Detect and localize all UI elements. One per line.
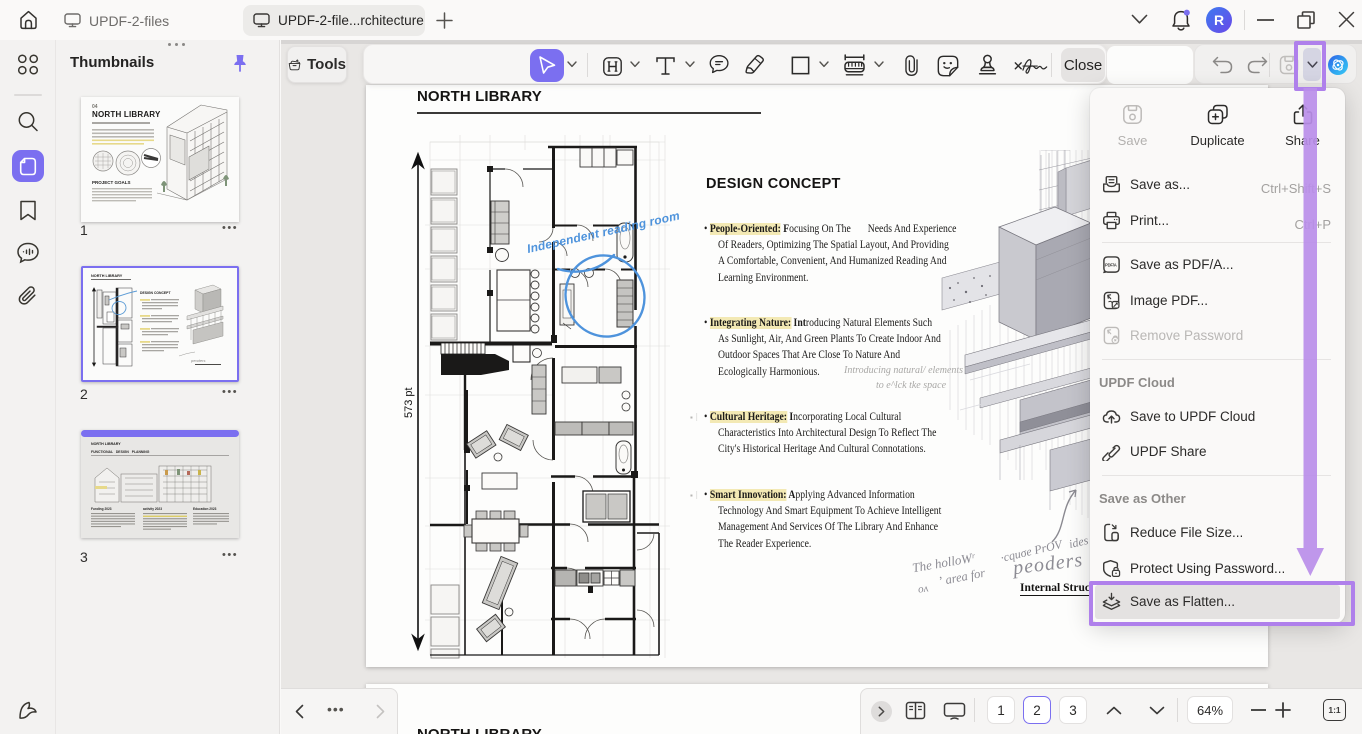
svg-text:NORTH LIBRARY: NORTH LIBRARY <box>91 274 123 278</box>
svg-text:573 pt: 573 pt <box>403 387 415 418</box>
svg-text:activity 2023: activity 2023 <box>143 507 162 511</box>
svg-text:FUNCTIONAL DESIGN PLANNING: FUNCTIONAL DESIGN PLANNING <box>91 450 150 454</box>
svg-text:Education 2023: Education 2023 <box>193 507 217 511</box>
svg-text:peoders: peoders <box>190 358 205 363</box>
svg-text:DESIGN CONCEPT: DESIGN CONCEPT <box>140 291 171 295</box>
svg-text:Independent reading room: Independent reading room <box>526 208 682 255</box>
svg-text:PDF/A: PDF/A <box>1105 262 1117 267</box>
svg-text:NORTH LIBRARY: NORTH LIBRARY <box>92 110 161 119</box>
svg-text:Funding 2023: Funding 2023 <box>91 507 112 511</box>
svg-text:NORTH LIBRARY: NORTH LIBRARY <box>91 442 121 446</box>
svg-text:PROJECT GOALS: PROJECT GOALS <box>92 180 131 185</box>
